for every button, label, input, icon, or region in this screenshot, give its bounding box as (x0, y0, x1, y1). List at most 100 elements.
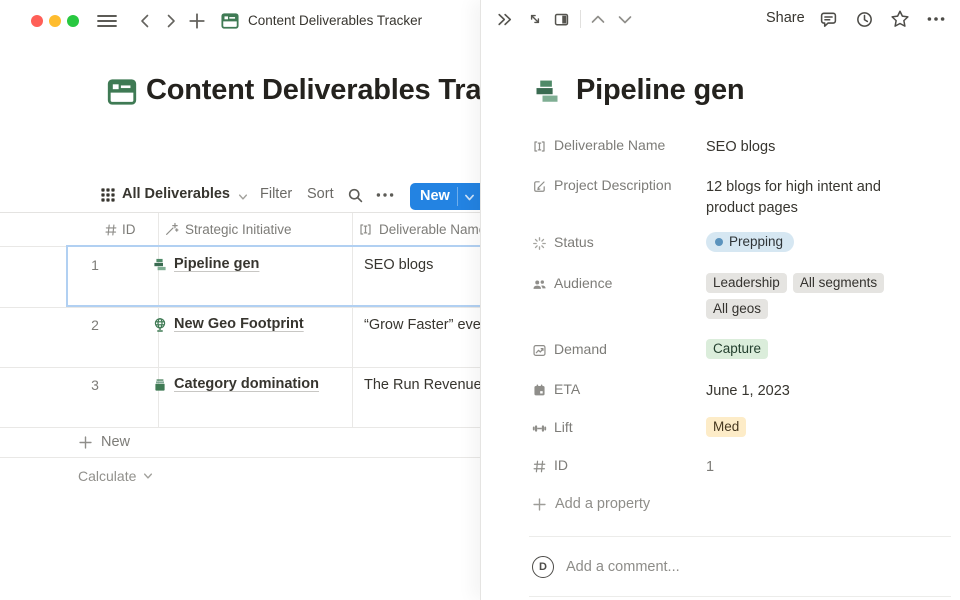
page-icon[interactable] (107, 77, 137, 107)
column-header-initiative[interactable]: Strategic Initiative (164, 222, 292, 237)
text-field-icon (532, 139, 547, 154)
row-initiative-link[interactable]: Category domination (174, 376, 319, 392)
column-header-id[interactable]: ID (104, 222, 136, 237)
property-eta-value[interactable]: June 1, 2023 (706, 381, 790, 402)
property-project-description-value[interactable]: 12 blogs for high intent and product pag… (706, 177, 906, 219)
view-tab-all-deliverables[interactable]: All Deliverables (122, 186, 230, 202)
property-label: Lift (554, 419, 573, 436)
row-initiative-cell[interactable]: New Geo Footprint (152, 316, 304, 333)
plus-icon (78, 435, 93, 450)
more-icon[interactable] (376, 192, 394, 198)
property-project-description[interactable]: Project Description (532, 177, 672, 194)
row-deliverable[interactable]: The Run Revenue S (364, 377, 495, 393)
audience-tag: All geos (706, 299, 768, 319)
more-icon[interactable] (927, 16, 945, 22)
property-label: Audience (554, 275, 612, 292)
forward-icon[interactable] (163, 13, 179, 29)
lift-tag: Med (706, 417, 746, 437)
people-icon (532, 277, 547, 292)
property-status-value[interactable]: Prepping (706, 232, 794, 252)
add-property-label: Add a property (555, 496, 650, 512)
globe-icon (152, 317, 168, 333)
comment-bottom-divider (529, 596, 951, 597)
row-deliverable[interactable]: “Grow Faster” eve (364, 317, 481, 333)
chevron-down-icon (237, 191, 249, 203)
comment-input[interactable]: Add a comment... (566, 559, 680, 575)
record-title[interactable]: Pipeline gen (576, 74, 744, 107)
filter-button[interactable]: Filter (260, 186, 292, 202)
expand-diagonal-icon[interactable] (527, 11, 543, 27)
property-audience[interactable]: Audience (532, 275, 612, 292)
new-row-button[interactable]: New (78, 434, 130, 450)
property-deliverable-name[interactable]: Deliverable Name (532, 137, 665, 154)
updates-clock-icon[interactable] (855, 10, 874, 29)
comment-section-divider (529, 536, 951, 537)
row-initiative-cell[interactable]: Category domination (152, 376, 319, 393)
text-field-icon (358, 222, 373, 237)
property-deliverable-name-value[interactable]: SEO blogs (706, 137, 775, 158)
side-peek-panel: Share Pipeline gen Deliverable Name SEO … (480, 0, 960, 600)
row-id: 1 (80, 257, 110, 273)
wand-icon (164, 222, 179, 237)
audience-tag: All segments (793, 273, 884, 293)
row-initiative-link[interactable]: New Geo Footprint (174, 316, 304, 332)
share-button[interactable]: Share (766, 10, 805, 26)
new-button[interactable]: New (410, 183, 488, 210)
favorite-star-icon[interactable] (890, 9, 910, 29)
new-button-divider (457, 187, 458, 206)
property-id[interactable]: ID (532, 457, 568, 474)
topbar-divider (580, 10, 581, 28)
row-deliverable[interactable]: SEO blogs (364, 257, 433, 273)
property-lift-value[interactable]: Med (706, 417, 746, 437)
column-header-label: Strategic Initiative (185, 222, 292, 237)
property-demand[interactable]: Demand (532, 341, 607, 358)
property-demand-value[interactable]: Capture (706, 339, 768, 359)
status-badge: Prepping (706, 232, 794, 252)
search-icon[interactable] (347, 187, 364, 204)
grid-view-icon[interactable] (100, 187, 116, 203)
titlebar: Content Deliverables Tracker (0, 0, 480, 42)
hash-icon (104, 223, 118, 237)
minimize-window-button[interactable] (49, 15, 61, 27)
row-initiative-link[interactable]: Pipeline gen (174, 256, 259, 272)
property-id-value[interactable]: 1 (706, 457, 714, 478)
status-badge-label: Prepping (729, 234, 783, 250)
chevron-down-icon[interactable] (463, 191, 476, 204)
property-status[interactable]: Status (532, 234, 594, 251)
property-label: Status (554, 234, 594, 251)
comment-row[interactable]: D Add a comment... (532, 556, 680, 578)
funnel-icon (152, 257, 168, 273)
calculate-button[interactable]: Calculate (78, 468, 154, 484)
next-record-icon[interactable] (617, 13, 633, 26)
demand-tag: Capture (706, 339, 768, 359)
database-page-icon (221, 12, 239, 30)
sort-button[interactable]: Sort (307, 186, 334, 202)
comments-icon[interactable] (819, 10, 838, 29)
column-header-label: ID (122, 222, 136, 237)
property-eta[interactable]: ETA (532, 381, 580, 398)
property-label: Demand (554, 341, 607, 358)
notion-window: Content Deliverables Tracker Content Del… (0, 0, 960, 600)
record-icon-funnel[interactable] (532, 77, 562, 107)
new-row-label: New (101, 434, 130, 450)
close-peek-icon[interactable] (496, 11, 513, 28)
property-label: ID (554, 457, 568, 474)
back-icon[interactable] (137, 13, 153, 29)
column-header-label: Deliverable Name (379, 222, 486, 237)
side-peek-icon[interactable] (553, 11, 570, 28)
hamburger-menu-icon[interactable] (97, 13, 117, 29)
new-tab-icon[interactable] (188, 12, 206, 30)
close-window-button[interactable] (31, 15, 43, 27)
column-header-deliverable[interactable]: Deliverable Name (358, 222, 486, 237)
property-lift[interactable]: Lift (532, 419, 573, 436)
add-property-button[interactable]: Add a property (532, 496, 650, 512)
calendar-icon (532, 383, 547, 398)
property-label: Project Description (554, 177, 672, 194)
dumbbell-icon (532, 421, 547, 436)
property-audience-value[interactable]: Leadership All segments All geos (706, 273, 902, 319)
zoom-window-button[interactable] (67, 15, 79, 27)
row-initiative-cell[interactable]: Pipeline gen (152, 256, 259, 273)
plus-icon (532, 497, 547, 512)
previous-record-icon[interactable] (590, 13, 606, 26)
books-icon (152, 377, 168, 393)
